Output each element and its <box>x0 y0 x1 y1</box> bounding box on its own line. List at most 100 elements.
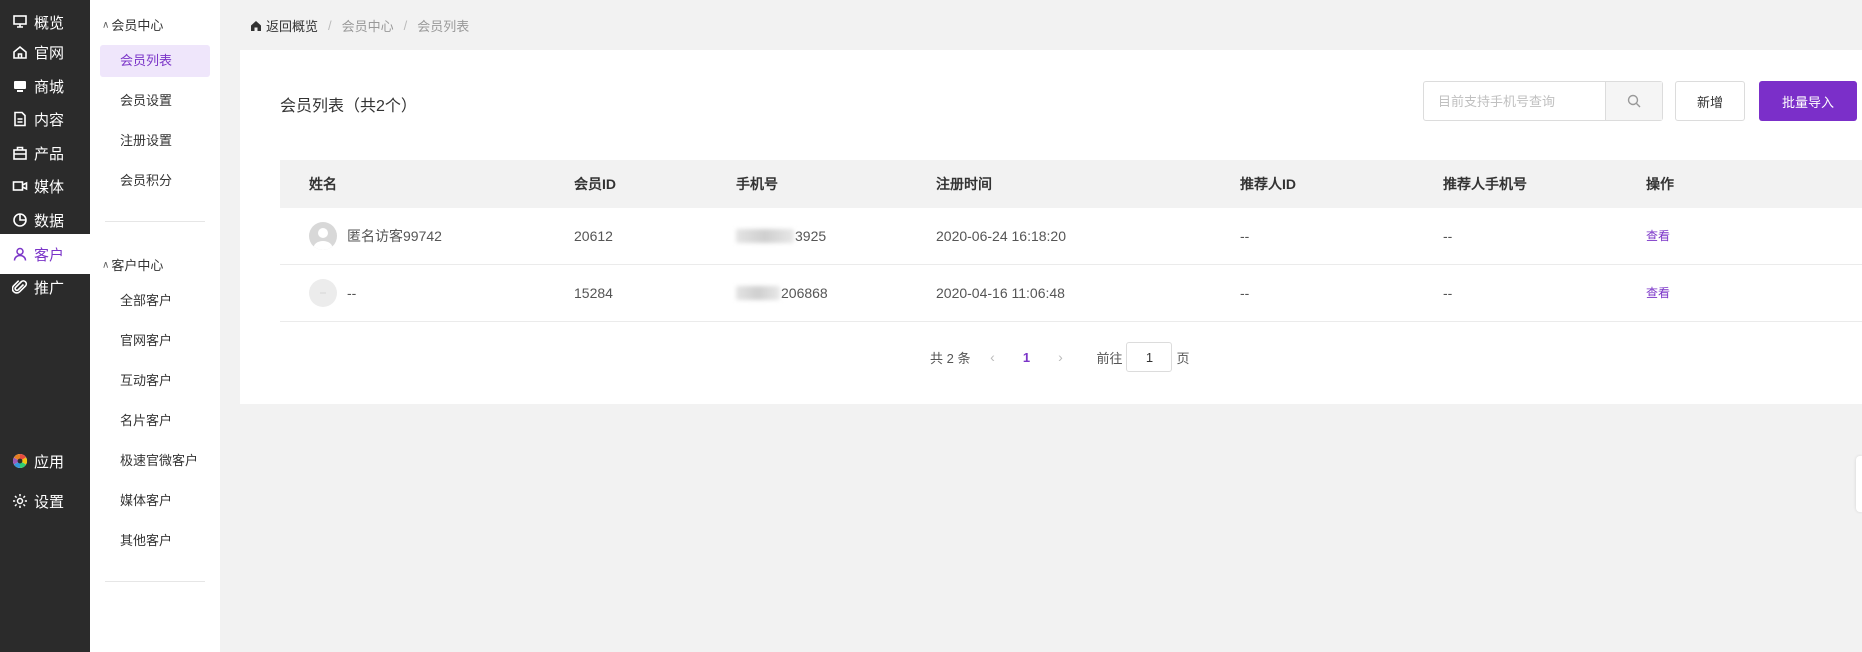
divider <box>105 221 205 222</box>
subnav-item-fast-official-customers[interactable]: 极速官微客户 <box>100 445 210 477</box>
cell-referrer-phone: -- <box>1443 228 1453 244</box>
pagination: 共 2 条 ‹ 1 › 前往 页 <box>930 342 1190 372</box>
cell-referrer-phone: -- <box>1443 285 1453 301</box>
document-icon <box>12 111 28 127</box>
member-name: 匿名访客99742 <box>347 228 442 244</box>
cell-name: 匿名访客99742 <box>309 208 442 264</box>
cell-name: -- <box>309 265 356 321</box>
group-label: 会员中心 <box>111 18 164 33</box>
chart-icon <box>12 212 28 228</box>
page-title: 会员列表（共2个） <box>280 98 417 115</box>
subnav-item-media-customers[interactable]: 媒体客户 <box>100 485 210 517</box>
nav-label: 应用 <box>34 453 65 471</box>
overview-icon <box>12 14 28 30</box>
product-icon <box>12 145 28 161</box>
subnav-item-website-customers[interactable]: 官网客户 <box>100 325 210 357</box>
column-header-referrer-phone: 推荐人手机号 <box>1443 176 1527 192</box>
shop-icon <box>12 78 28 94</box>
chevron-up-icon: ∨ <box>102 19 110 30</box>
column-header-referrer-id: 推荐人ID <box>1240 176 1296 192</box>
masked-phone-blur <box>736 229 794 243</box>
next-page-button[interactable]: › <box>1046 349 1074 365</box>
home-icon <box>251 20 261 31</box>
subnav-item-card-customers[interactable]: 名片客户 <box>100 405 210 437</box>
view-link[interactable]: 查看 <box>1646 265 1670 321</box>
masked-phone-blur <box>736 286 780 300</box>
nav-label: 设置 <box>34 493 65 511</box>
gear-icon <box>12 493 28 509</box>
table-row: -- 15284 206868 2020-04-16 11:06:48 -- -… <box>280 265 1862 322</box>
breadcrumb-separator: / <box>403 18 408 33</box>
prev-page-button[interactable]: ‹ <box>978 349 1006 365</box>
nav-label: 客户 <box>34 246 65 264</box>
cell-referrer-id: -- <box>1240 285 1250 301</box>
column-header-name: 姓名 <box>309 176 337 192</box>
subnav-item-other-customers[interactable]: 其他客户 <box>100 525 210 557</box>
breadcrumb-member-list: 会员列表 <box>417 19 470 34</box>
member-list-card: 会员列表（共2个） 新增 批量导入 姓名 会员ID 手机号 注册时间 推荐人ID… <box>240 50 1862 404</box>
breadcrumb-separator: / <box>328 18 332 33</box>
avatar <box>309 279 337 307</box>
search-box <box>1423 81 1663 121</box>
group-customer-center[interactable]: ∨ 客户中心 <box>102 255 163 274</box>
secondary-sidebar: ∨ 会员中心 会员列表 会员设置 注册设置 会员积分 ∨ 客户中心 全部客户 官… <box>90 0 220 652</box>
member-table: 姓名 会员ID 手机号 注册时间 推荐人ID 推荐人手机号 操作 匿名访客997… <box>280 160 1862 322</box>
breadcrumb: 返回概览 / 会员中心 / 会员列表 <box>250 16 469 35</box>
video-icon <box>12 178 28 194</box>
avatar <box>309 222 337 250</box>
home-icon <box>12 44 28 60</box>
subnav-item-member-list[interactable]: 会员列表 <box>100 45 210 77</box>
subnav-item-member-settings[interactable]: 会员设置 <box>100 85 210 117</box>
add-button[interactable]: 新增 <box>1675 81 1745 121</box>
phone-visible-digits: 206868 <box>781 285 828 301</box>
nav-label: 官网 <box>34 44 65 62</box>
nav-item-apps[interactable]: 应用 <box>0 441 90 481</box>
nav-label: 内容 <box>34 111 65 129</box>
page-suffix-label: 页 <box>1176 350 1190 366</box>
view-link[interactable]: 查看 <box>1646 208 1670 264</box>
column-header-actions: 操作 <box>1646 176 1674 192</box>
subnav-item-register-settings[interactable]: 注册设置 <box>100 125 210 157</box>
subnav-item-member-points[interactable]: 会员积分 <box>100 165 210 197</box>
nav-label: 数据 <box>34 212 65 230</box>
divider <box>105 581 205 582</box>
cell-phone: 3925 <box>736 208 826 264</box>
group-member-center[interactable]: ∨ 会员中心 <box>102 15 163 34</box>
subnav-item-interactive-customers[interactable]: 互动客户 <box>100 365 210 397</box>
column-header-registered-time: 注册时间 <box>936 176 992 192</box>
page-jump-input[interactable] <box>1126 342 1173 372</box>
cell-member-id: 15284 <box>574 285 613 301</box>
subnav-item-all-customers[interactable]: 全部客户 <box>100 285 210 317</box>
pagination-total: 共 2 条 <box>930 350 971 366</box>
batch-import-button[interactable]: 批量导入 <box>1759 81 1857 121</box>
paperclip-icon <box>12 279 28 295</box>
nav-label: 概览 <box>34 14 65 32</box>
goto-label: 前往 <box>1096 350 1123 366</box>
side-panel-handle[interactable] <box>1856 456 1862 512</box>
cell-registered-time: 2020-04-16 11:06:48 <box>936 285 1065 301</box>
phone-visible-digits: 3925 <box>795 228 827 244</box>
table-header: 姓名 会员ID 手机号 注册时间 推荐人ID 推荐人手机号 操作 <box>280 160 1862 208</box>
search-button[interactable] <box>1605 82 1662 120</box>
page-jump: 前往 页 <box>1096 342 1190 372</box>
cell-referrer-id: -- <box>1240 228 1250 244</box>
nav-label: 媒体 <box>34 178 65 196</box>
chevron-up-icon: ∨ <box>102 259 110 270</box>
breadcrumb-home-label: 返回概览 <box>266 19 319 34</box>
nav-label: 产品 <box>34 145 65 163</box>
cell-member-id: 20612 <box>574 228 613 244</box>
cell-phone: 206868 <box>736 265 828 321</box>
table-row: 匿名访客99742 20612 3925 2020-06-24 16:18:20… <box>280 208 1862 265</box>
member-name: -- <box>347 285 357 301</box>
nav-item-settings[interactable]: 设置 <box>0 481 90 521</box>
breadcrumb-home[interactable]: 返回概览 <box>250 16 318 35</box>
column-header-phone: 手机号 <box>736 176 778 192</box>
search-input[interactable] <box>1424 82 1605 120</box>
page-number-current[interactable]: 1 <box>1006 350 1046 365</box>
column-header-member-id: 会员ID <box>574 176 616 192</box>
nav-item-promotion[interactable]: 推广 <box>0 267 90 307</box>
group-label: 客户中心 <box>111 258 164 273</box>
user-icon <box>313 228 333 250</box>
user-icon <box>320 292 326 294</box>
breadcrumb-member-center[interactable]: 会员中心 <box>342 16 394 35</box>
